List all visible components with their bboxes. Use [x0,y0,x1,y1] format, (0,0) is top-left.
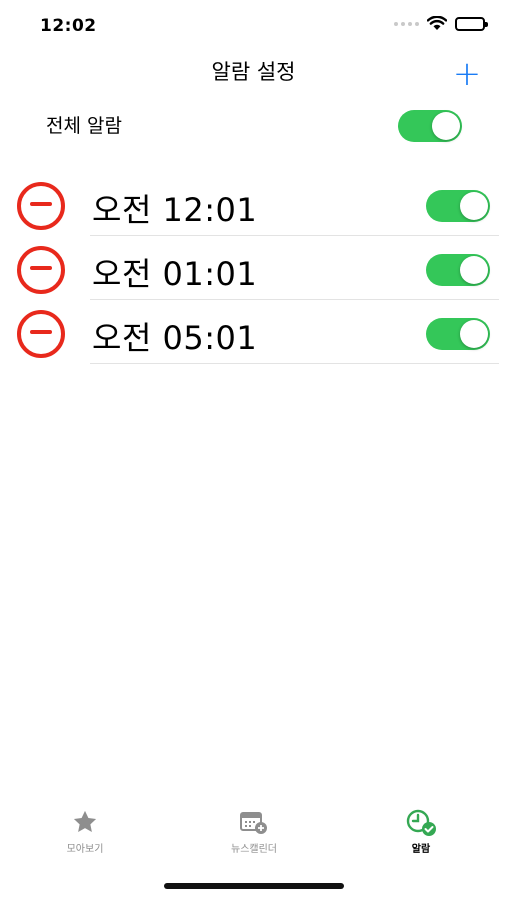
alarm-row: 오전 01:01 [0,236,507,300]
alarm-toggle[interactable] [426,254,490,286]
page-title: 알람 설정 [211,60,296,84]
master-alarm-label: 전체 알람 [46,115,122,137]
master-alarm-toggle[interactable] [398,110,462,142]
battery-icon [455,16,488,31]
alarm-row: 오전 05:01 [0,300,507,364]
status-bar: 12:02 [0,0,507,52]
calendar-icon [194,808,314,838]
tab-alarm[interactable]: 알람 [361,808,481,868]
add-alarm-button[interactable]: + [451,56,483,92]
status-time: 12:02 [40,16,97,36]
alarm-time: 오전 01:01 [92,255,258,293]
star-icon [25,808,145,838]
alarm-time: 오전 05:01 [92,319,258,357]
alarm-row: 오전 12:01 [0,172,507,236]
delete-alarm-button[interactable] [17,310,65,358]
alarm-toggle[interactable] [426,190,490,222]
delete-alarm-button[interactable] [17,182,65,230]
alarm-toggle[interactable] [426,318,490,350]
row-divider [90,363,499,364]
alarm-list: 오전 12:01 오전 01:01 오전 05:01 [0,172,507,364]
cellular-signal-icon [394,21,419,26]
tab-favorites[interactable]: 모아보기 [25,808,145,868]
clock-check-icon [361,808,481,838]
tab-label: 뉴스캘린더 [231,844,277,855]
wifi-icon [427,16,447,30]
alarm-time: 오전 12:01 [92,191,258,229]
tab-label: 모아보기 [66,844,104,855]
delete-alarm-button[interactable] [17,246,65,294]
tab-label: 알람 [411,844,431,855]
home-indicator [164,883,344,889]
tab-bar: 모아보기 뉴스캘린더 알람 [0,808,507,868]
tab-news-calendar[interactable]: 뉴스캘린더 [194,808,314,868]
status-icons [394,16,488,31]
